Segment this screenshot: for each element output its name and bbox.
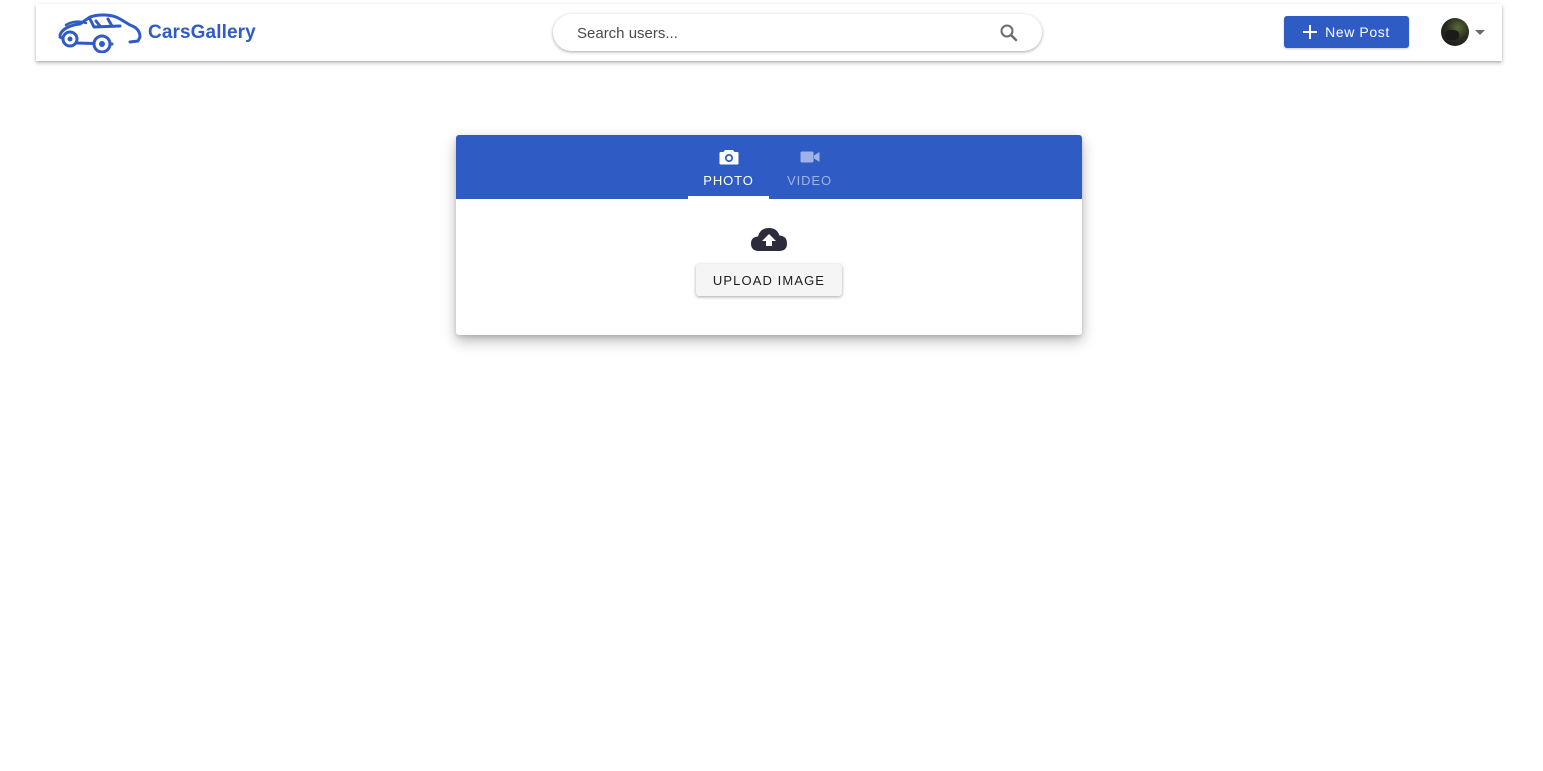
account-menu-button[interactable] [1441,18,1487,48]
new-post-upload-card: PHOTO VIDEO UPLOAD IMAGE [456,135,1082,335]
search-button[interactable] [998,22,1020,44]
brand-name: CarsGallery [148,22,256,43]
new-post-label: New Post [1325,24,1390,40]
car-icon [56,13,142,53]
new-post-button[interactable]: New Post [1284,16,1409,48]
tab-photo[interactable]: PHOTO [688,135,769,199]
top-app-bar: CarsGallery New Post [36,4,1502,61]
tab-video[interactable]: VIDEO [769,135,850,199]
search-icon [998,24,1020,48]
upload-image-label: UPLOAD IMAGE [712,272,826,288]
user-search-box [553,14,1042,51]
chevron-down-icon [1475,30,1485,35]
brand-logo-link[interactable]: CarsGallery [56,12,256,54]
cloud-upload-icon [750,225,788,253]
tab-photo-label: PHOTO [703,173,754,188]
media-type-tabs: PHOTO VIDEO [456,135,1082,199]
active-tab-indicator [688,196,769,199]
plus-icon [1303,25,1318,39]
tab-video-label: VIDEO [787,173,832,188]
avatar [1441,18,1469,46]
video-camera-icon [800,149,820,165]
upload-image-button[interactable]: UPLOAD IMAGE [696,264,842,296]
camera-icon [719,149,739,165]
search-input[interactable] [575,22,975,44]
